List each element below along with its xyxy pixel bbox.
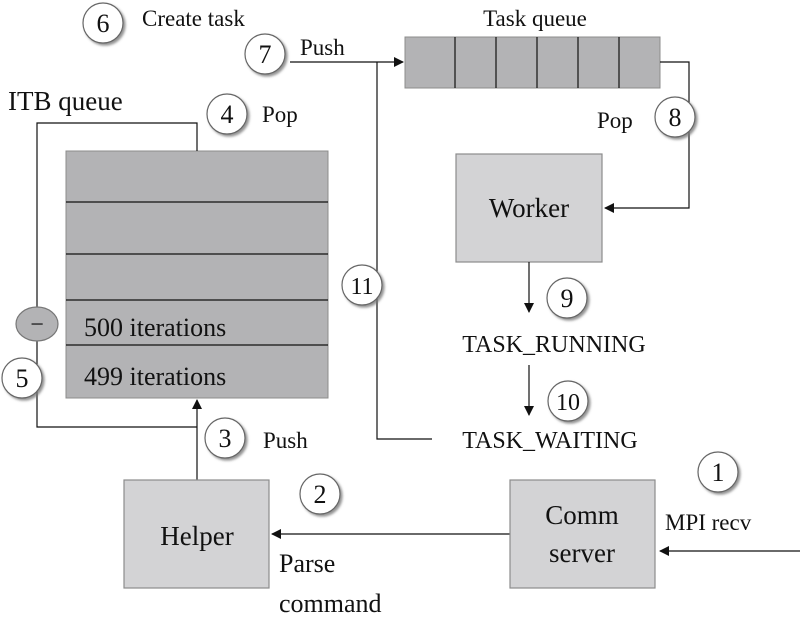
step-number: 8: [669, 103, 682, 132]
push-3-label: Push: [263, 428, 308, 453]
helper-label: Helper: [160, 521, 233, 551]
itb-queue: 500 iterations 499 iterations: [65, 150, 329, 399]
pop-4-label: Pop: [262, 102, 298, 127]
step-badge-11: 11: [341, 264, 383, 306]
task-queue: [404, 36, 661, 89]
decrement-node: −: [15, 306, 59, 342]
itb-queue-label: ITB queue: [8, 86, 123, 116]
worker-label: Worker: [489, 193, 569, 223]
requeue-line-11: [376, 62, 432, 440]
step-badge-4: 4: [206, 93, 248, 135]
worker-box: Worker: [455, 153, 603, 263]
step-badge-10: 10: [547, 380, 589, 422]
command-label: command: [279, 589, 382, 618]
step-badge-6: 6: [82, 2, 124, 44]
step-badge-1: 1: [697, 451, 739, 493]
step-number: 10: [556, 390, 580, 416]
itb-row-499: 499 iterations: [84, 362, 226, 391]
mpi-recv-label: MPI recv: [665, 510, 752, 535]
comm-label: Comm: [545, 500, 619, 530]
step-badge-5: 5: [1, 357, 43, 399]
create-task-label: Create task: [142, 6, 245, 31]
task-waiting-label: TASK_WAITING: [462, 428, 637, 454]
step-number: 1: [712, 458, 725, 487]
task-running-label: TASK_RUNNING: [462, 332, 645, 358]
step-badge-2: 2: [299, 473, 341, 515]
step-number: 3: [219, 424, 232, 453]
svg-text:−: −: [30, 312, 44, 338]
step-number: 7: [259, 40, 272, 69]
step-number: 5: [16, 364, 29, 393]
step-badge-8: 8: [654, 96, 696, 138]
itb-queue-box: [65, 150, 329, 399]
comm-server-box: Comm server: [509, 479, 656, 589]
step-badge-7: 7: [244, 33, 286, 75]
pop-8-label: Pop: [597, 108, 633, 133]
step-number: 9: [561, 284, 574, 313]
step-number: 2: [314, 480, 327, 509]
step-number: 6: [97, 9, 110, 38]
itb-row-500: 500 iterations: [84, 313, 226, 342]
task-flow-diagram: 500 iterations 499 iterations ITB queue …: [1, 2, 800, 618]
step-number: 11: [350, 274, 373, 300]
step-badge-9: 9: [546, 277, 588, 319]
step-badge-3: 3: [204, 417, 246, 459]
push-7-label: Push: [300, 35, 345, 60]
task-queue-label: Task queue: [483, 6, 587, 31]
task-queue-box: [404, 36, 661, 89]
server-label: server: [549, 538, 615, 568]
helper-box: Helper: [123, 479, 270, 589]
parse-label: Parse: [279, 549, 335, 578]
step-number: 4: [221, 100, 234, 129]
